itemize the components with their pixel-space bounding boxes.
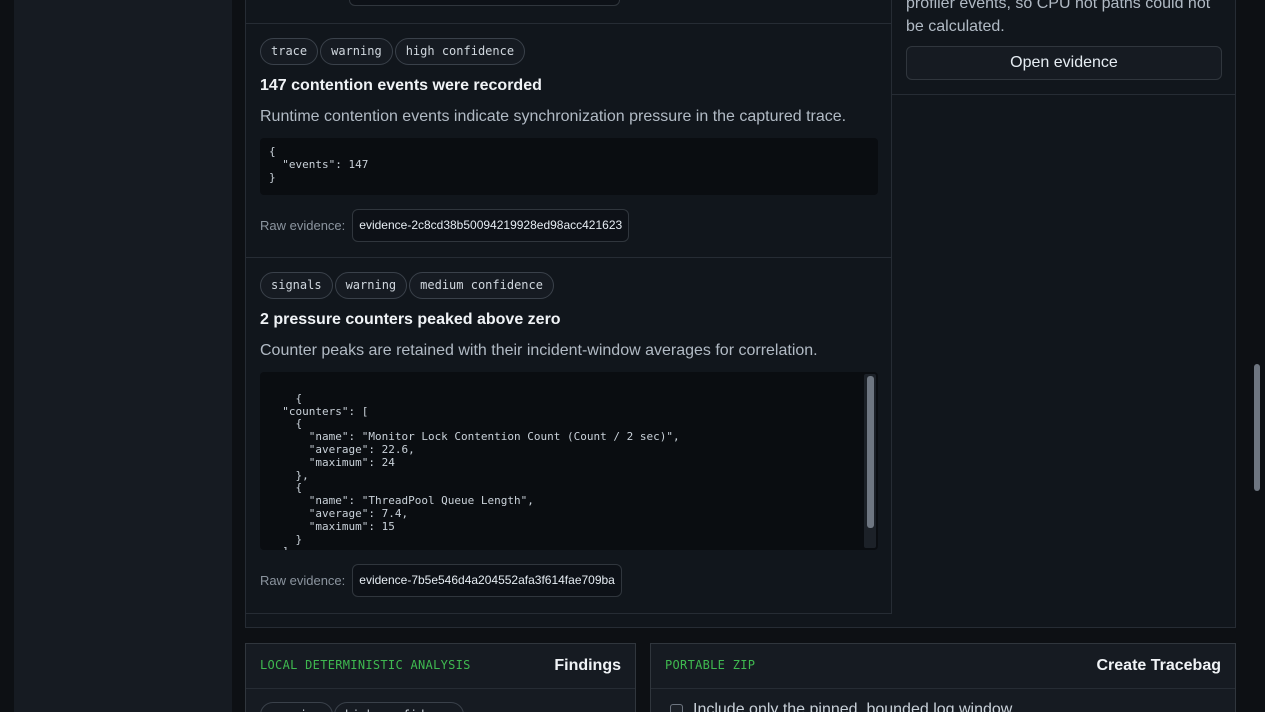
raw-evidence-label: Raw evidence: [260,573,346,588]
tag-severity: warning [260,702,333,712]
tag-confidence: high confidence [394,38,526,65]
open-evidence-button[interactable]: Open evidence [906,46,1222,80]
side-divider [892,94,1236,95]
card-divider [246,688,635,689]
finding-title: 147 contention events were recorded [260,77,542,94]
side-message: profiler events, so CPU hot paths could … [906,0,1211,35]
tag-list: signals warning medium confidence [260,272,880,299]
tag-source: trace [260,38,319,65]
tag-source: signals [260,272,333,299]
tag-severity: warning [320,38,393,65]
findings-card: LOCAL DETERMINISTIC ANALYSIS Findings wa… [245,643,636,712]
checkbox-label[interactable]: Include only the pinned, bounded log win… [693,701,1012,712]
finding-item: trace warning high confidence 147 conten… [260,38,880,242]
tag-confidence: high confidence [334,702,465,712]
tag-confidence: medium confidence [409,272,554,299]
card-eyebrow: PORTABLE ZIP [665,658,756,672]
finding-divider [246,23,891,24]
card-divider [651,688,1235,689]
column-divider [891,0,892,614]
card-eyebrow: LOCAL DETERMINISTIC ANALYSIS [260,658,471,672]
raw-evidence-id[interactable]: evidence-7b5e546d4a204552afa3f614fae709b… [352,564,622,597]
evidence-json: { "counters": [ { "name": "Monitor Lock … [282,391,680,550]
evidence-json-block[interactable]: { "counters": [ { "name": "Monitor Lock … [260,372,878,550]
raw-evidence-row: Raw evidence: evidence-7b5e546d4a204552a… [260,564,880,597]
page-scrollbar[interactable] [1254,364,1260,491]
previous-raw-evidence-chip[interactable] [349,0,620,6]
tag-severity: warning [334,272,408,299]
raw-evidence-row: Raw evidence: evidence-2c8cd38b500942199… [260,209,880,242]
tracebag-card: PORTABLE ZIP Create Tracebag Include onl… [650,643,1236,712]
evidence-json: { "events": 147 } [269,145,369,184]
finding-divider [246,257,891,258]
raw-evidence-label: Raw evidence: [260,218,346,233]
sidebar [14,0,232,712]
evidence-json-block[interactable]: { "events": 147 } [260,138,878,195]
code-scrollbar[interactable] [864,374,876,548]
code-scrollbar-thumb[interactable] [867,376,874,528]
card-title: Create Tracebag [1096,657,1221,674]
finding-description: Counter peaks are retained with their in… [260,342,818,359]
tag-list: trace warning high confidence [260,38,880,65]
finding-item: signals warning medium confidence 2 pres… [260,272,880,597]
pinned-window-checkbox[interactable] [670,704,683,712]
raw-evidence-id[interactable]: evidence-2c8cd38b50094219928ed98acc42162… [352,209,630,242]
finding-description: Runtime contention events indicate synch… [260,108,847,125]
finding-title: 2 pressure counters peaked above zero [260,311,561,328]
findings-list-bottom [246,613,891,614]
card-title: Findings [554,657,621,674]
